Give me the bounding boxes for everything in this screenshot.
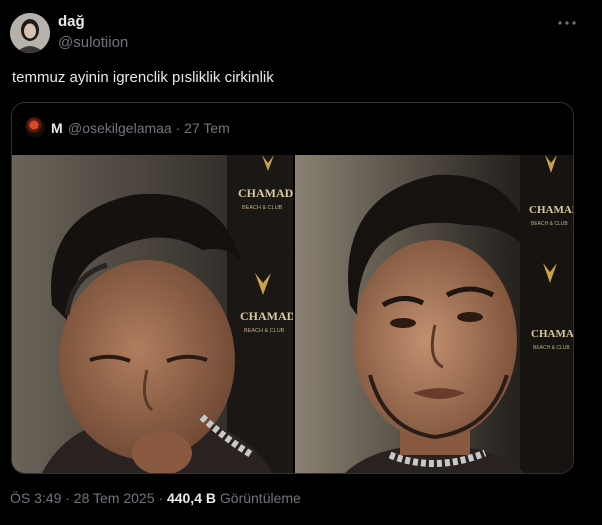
right-brand-text: CHAMADA xyxy=(529,204,573,216)
author-name[interactable]: dağ xyxy=(58,13,85,30)
left-brand-text: CHAMADA xyxy=(238,186,293,200)
left-brand-subtext: BEACH & CLUB xyxy=(242,205,283,211)
quoted-author-handle[interactable]: @osekilgelamaa xyxy=(68,120,172,136)
tweet-text: temmuz ayinin igrenclik pısliklik cirkin… xyxy=(12,69,274,86)
author-handle[interactable]: @sulotiion xyxy=(58,34,128,51)
left-brand-text-2: CHAMADA xyxy=(240,309,293,323)
right-brand-subtext: BEACH & CLUB xyxy=(531,221,568,227)
avatar[interactable] xyxy=(10,13,50,53)
quoted-separator: · xyxy=(175,120,181,136)
quoted-date[interactable]: 27 Tem xyxy=(184,120,230,136)
left-brand-subtext-2: BEACH & CLUB xyxy=(244,328,285,334)
right-brand-subtext-2: BEACH & CLUB xyxy=(533,345,570,351)
quoted-meta: @osekilgelamaa · 27 Tem xyxy=(68,120,230,136)
tweet-footer: ÖS 3:49 · 28 Tem 2025 · 440,4 B Görüntül… xyxy=(10,490,301,506)
avatar-image xyxy=(10,13,50,53)
right-brand-text-2: CHAMADA xyxy=(531,328,573,340)
more-icon[interactable] xyxy=(556,13,578,33)
views-label: Görüntüleme xyxy=(219,490,301,506)
quoted-avatar[interactable] xyxy=(25,117,45,137)
quoted-media-right[interactable]: CHAMADA BEACH & CLUB CHAMADA BEACH & CLU… xyxy=(295,155,573,473)
timestamp[interactable]: ÖS 3:49 · 28 Tem 2025 · xyxy=(10,490,163,506)
quoted-tweet[interactable]: M @osekilgelamaa · 27 Tem CHAMADA BEACH … xyxy=(11,102,574,474)
quoted-author-name[interactable]: M xyxy=(51,120,63,136)
quoted-media-left[interactable]: CHAMADA BEACH & CLUB CHAMADA BEACH & CLU… xyxy=(12,155,293,473)
views-count: 440,4 B xyxy=(166,490,216,506)
